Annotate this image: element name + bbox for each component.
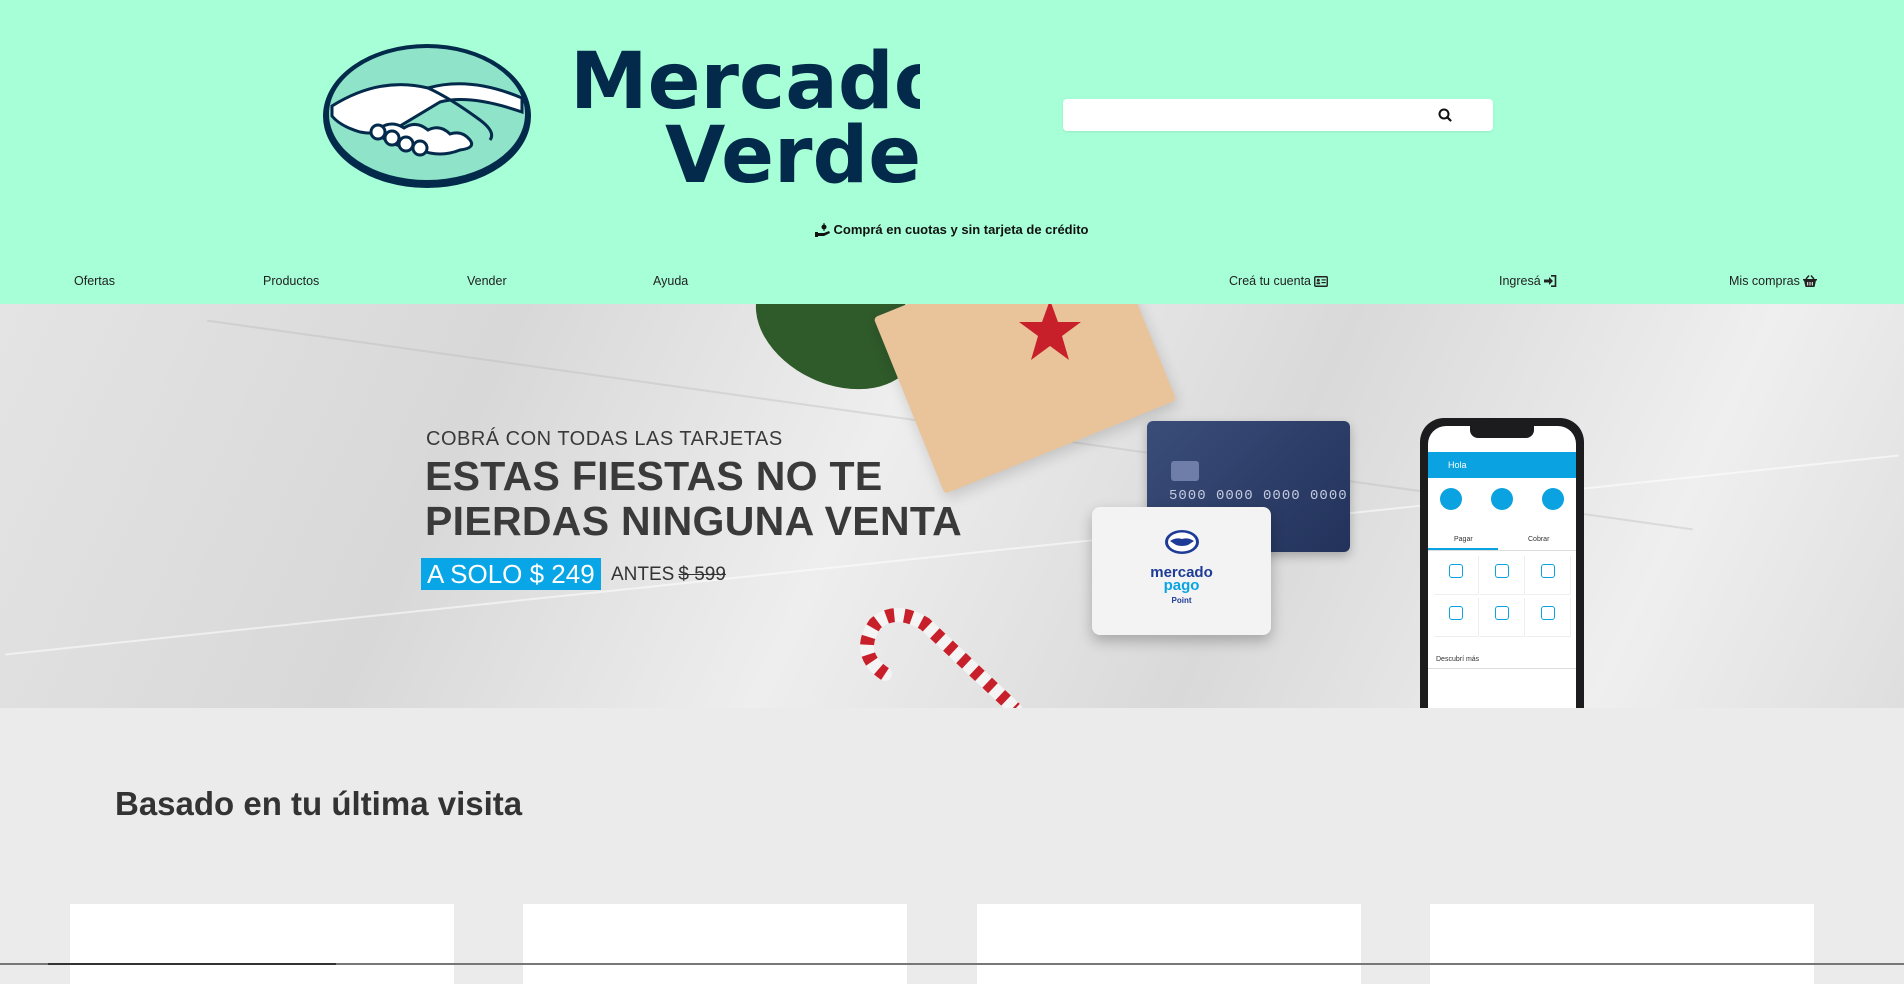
- banner-title-line-2: PIERDAS NINGUNA VENTA: [425, 498, 963, 544]
- hero-banner[interactable]: COBRÁ CON TODAS LAS TARJETAS ESTAS FIEST…: [0, 304, 1904, 708]
- before-label: ANTES: [611, 564, 675, 585]
- phone-tab-collect: Cobrar: [1528, 536, 1550, 543]
- point-device-image: mercado pago Point: [1092, 507, 1271, 635]
- phone-image: Hola Pagar Cobrar Descubrí más: [1420, 418, 1584, 708]
- product-card[interactable]: [70, 904, 454, 984]
- phone-header: Hola: [1428, 452, 1576, 478]
- handshake-icon: Mercado Verde: [323, 37, 920, 196]
- search-button[interactable]: [1435, 105, 1455, 125]
- hand-coin-icon: [815, 223, 831, 240]
- qr-circle-icon: [1440, 488, 1462, 510]
- phone-shortcut: [1480, 556, 1525, 595]
- nav-productos[interactable]: Productos: [263, 274, 319, 288]
- card-number: 5000 0000 0000 0000: [1169, 488, 1348, 504]
- device-model: Point: [1171, 596, 1192, 605]
- create-account-label: Creá tu cuenta: [1229, 274, 1311, 288]
- phone-notch: [1470, 426, 1534, 438]
- basket-icon: [1802, 275, 1817, 287]
- phone-shortcut: [1434, 556, 1479, 595]
- nav-login[interactable]: Ingresá: [1499, 274, 1557, 288]
- product-card[interactable]: [523, 904, 907, 984]
- phone-tabs: Pagar Cobrar: [1428, 532, 1576, 551]
- search-input[interactable]: [1063, 99, 1447, 131]
- nav-create-account[interactable]: Creá tu cuenta: [1229, 274, 1328, 288]
- before-price: $ 599: [678, 564, 726, 585]
- phone-shortcut: [1526, 556, 1571, 595]
- banner-kicker: COBRÁ CON TODAS LAS TARJETAS: [426, 428, 783, 450]
- phone-shortcut: [1480, 598, 1525, 637]
- product-card[interactable]: [977, 904, 1361, 984]
- phone-discover-more: Descubrí más: [1428, 656, 1576, 669]
- promo-text: Comprá en cuotas y sin tarjeta de crédit…: [833, 222, 1089, 237]
- banner-price: A SOLO $ 249: [421, 558, 601, 590]
- banner-title: ESTAS FIESTAS NO TE PIERDAS NINGUNA VENT…: [425, 454, 962, 544]
- nav-ayuda[interactable]: Ayuda: [653, 274, 688, 288]
- phone-screen: Hola Pagar Cobrar Descubrí más: [1428, 426, 1576, 708]
- login-label: Ingresá: [1499, 274, 1541, 288]
- mercadopago-logo-icon: [1165, 530, 1199, 554]
- nav-ofertas[interactable]: Ofertas: [74, 274, 115, 288]
- brand-logo[interactable]: Mercado Verde: [320, 36, 920, 196]
- banner-title-line-1: ESTAS FIESTAS NO TE: [425, 453, 883, 499]
- logo-line-2: Verde: [665, 111, 920, 196]
- sign-in-icon: [1543, 275, 1557, 287]
- candy-cane-decoration: [860, 608, 1022, 708]
- star-ornament-icon: [1019, 304, 1081, 360]
- nav-vender[interactable]: Vender: [467, 274, 507, 288]
- banner-before-price: ANTES $ 599: [611, 564, 726, 586]
- my-purchases-label: Mis compras: [1729, 274, 1800, 288]
- money-circle-icon: [1491, 488, 1513, 510]
- site-header: Mercado Verde Comprá en cuotas y sin tar…: [0, 0, 1904, 304]
- phone-shortcut: [1434, 598, 1479, 637]
- search-icon: [1438, 108, 1452, 122]
- product-card[interactable]: [1430, 904, 1814, 984]
- phone-tab-pay: Pagar: [1454, 536, 1473, 543]
- card-chip: [1171, 461, 1199, 481]
- search-bar: [1063, 99, 1493, 131]
- phone-tab-underline: [1428, 548, 1498, 550]
- id-card-icon: [1314, 276, 1328, 287]
- promo-banner-text[interactable]: Comprá en cuotas y sin tarjeta de crédit…: [0, 222, 1904, 240]
- device-brand-line-2: pago: [1163, 577, 1200, 594]
- section-title: Basado en tu última visita: [115, 785, 523, 822]
- cash-circle-icon: [1542, 488, 1564, 510]
- phone-shortcut: [1526, 598, 1571, 637]
- nav-my-purchases[interactable]: Mis compras: [1729, 274, 1817, 288]
